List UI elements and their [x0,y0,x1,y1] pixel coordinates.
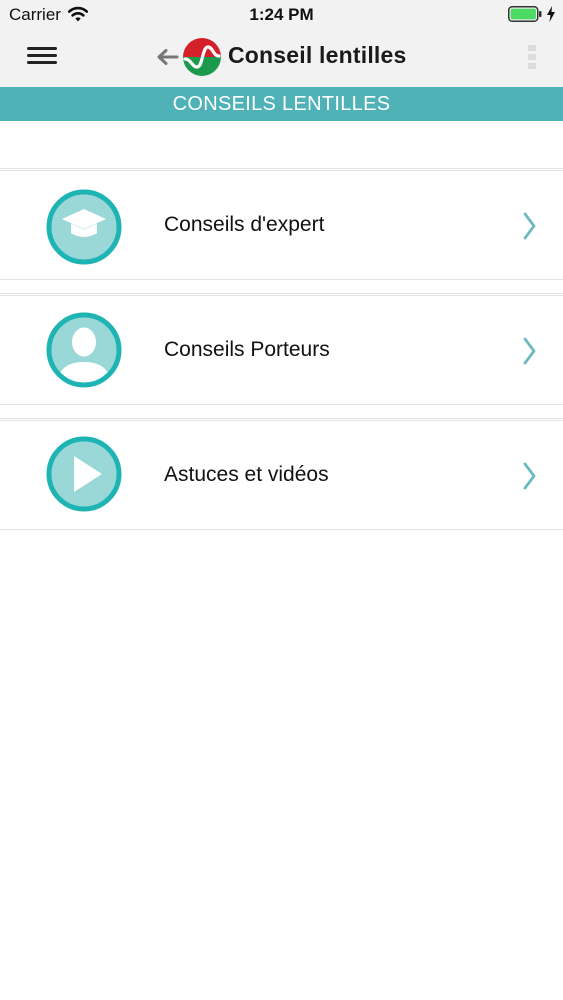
charging-bolt-icon [547,6,555,22]
chevron-right-icon [523,462,536,490]
user-silhouette-icon [46,312,122,388]
hamburger-icon[interactable] [24,40,60,70]
item-label: Conseils d'expert [164,213,325,236]
item-label: Astuces et vidéos [164,463,329,486]
divider [0,293,563,294]
back-arrow-icon[interactable] [155,46,181,68]
graduation-cap-icon [46,189,122,265]
divider [0,418,563,419]
list-item-conseils-expert[interactable]: Conseils d'expert [0,170,563,280]
list-item-astuces-videos[interactable]: Astuces et vidéos [0,420,563,530]
kebab-icon[interactable] [526,43,538,71]
section-title: CONSEILS LENTILLES [0,87,563,121]
play-icon [46,436,122,512]
chevron-right-icon [523,337,536,365]
divider [0,168,563,169]
status-time: 1:24 PM [249,5,314,24]
battery-icon [508,6,542,22]
list-item-conseils-porteurs[interactable]: Conseils Porteurs [0,295,563,405]
conseil-lentilles-logo [183,38,221,76]
status-bar: Carrier 1:24 PM [0,0,563,30]
app-title: Conseil lentilles [228,42,407,68]
top-bar: Carrier 1:24 PM Conseil lentilles [0,0,563,87]
chevron-right-icon [523,212,536,240]
item-label: Conseils Porteurs [164,338,330,361]
